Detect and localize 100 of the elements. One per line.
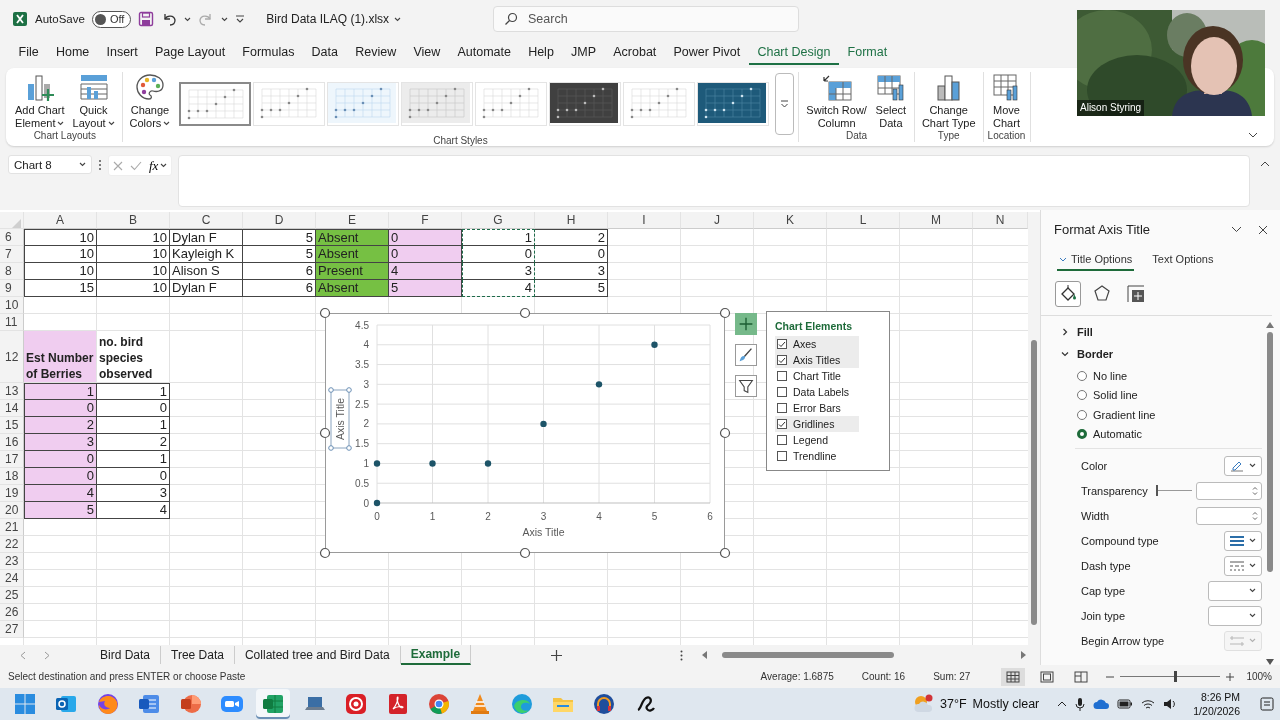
column-header[interactable]: K [754,212,827,229]
menu-item[interactable]: Legend [775,432,859,448]
column-header[interactable]: E [316,212,389,229]
row-header[interactable]: 27 [0,621,24,638]
table-cell: 1 [24,383,97,400]
ribbon-button[interactable]: Select Data [871,72,910,130]
menu-item[interactable]: Gridlines [775,416,859,432]
row-header[interactable]: 12 [0,331,24,383]
ribbon-button[interactable]: Switch Row/ Column [803,72,870,130]
row-header[interactable]: 10 [0,297,24,314]
table-cell: 1 [97,383,170,400]
row-header[interactable]: 23 [0,553,24,570]
row-header[interactable]: 20 [0,502,24,519]
menu-tab[interactable]: View [404,39,449,65]
clock-date: 1/20/2026 [1193,704,1240,718]
column-header[interactable]: H [535,212,608,229]
column-header[interactable]: I [608,212,681,229]
row-header[interactable]: 24 [0,570,24,587]
table-cell: 0 [389,229,462,246]
column-header[interactable]: J [681,212,754,229]
row-header[interactable]: 21 [0,519,24,536]
menu-tab[interactable]: Format [838,39,896,65]
menu-tab[interactable]: Help [519,39,563,65]
y-axis-title: Axis Title [334,397,346,441]
ribbon-button[interactable]: Change Colors [126,72,174,130]
column-header[interactable]: F [389,212,462,229]
table-cell: 10 [97,229,170,246]
row-header[interactable]: 14 [0,400,24,417]
column-header[interactable]: G [462,212,535,229]
row-header[interactable]: 9 [0,280,24,297]
menu-tab[interactable]: Home [47,39,98,65]
status-stat: Average: 1.6875 [760,671,834,682]
group-label: Chart Styles [433,135,488,147]
menu-item[interactable]: Data Labels [775,384,859,400]
row-header[interactable]: 17 [0,451,24,468]
sheet-tab[interactable]: Tree Data [161,646,235,664]
menu-item[interactable]: Error Bars [775,400,859,416]
table-cell: 4 [97,502,170,519]
pane-tab[interactable]: Text Options [1150,249,1216,271]
property-label: Cap type [1081,584,1126,597]
axis-title[interactable]: Axis Title [328,387,352,451]
row-header[interactable]: 7 [0,246,24,263]
property-label: Transparency [1081,484,1148,497]
column-header[interactable]: C [170,212,243,229]
menu-item[interactable]: Axes [775,336,859,352]
search-field[interactable]: Search [493,6,799,32]
column-header[interactable]: B [97,212,170,229]
menu-item[interactable]: Chart Title [775,368,859,384]
column-header[interactable]: M [900,212,973,229]
row-header[interactable]: 11 [0,314,24,331]
sheet-tab[interactable]: Bird Data [90,646,162,664]
table-cell: 0 [97,400,170,417]
column-header[interactable]: N [973,212,1028,229]
menu-tab[interactable]: Automate [448,39,520,65]
ribbon-button[interactable]: Quick Layout [69,72,118,130]
ribbon-button[interactable]: Add Chart Element [12,72,68,130]
row-header[interactable]: 13 [0,383,24,400]
table-cell: Est Number of Berries [24,331,97,383]
menu-tab[interactable]: JMP [562,39,605,65]
row-header[interactable]: 8 [0,263,24,280]
menu-tab[interactable]: Acrobat [604,39,665,65]
menu-tab[interactable]: Page Layout [146,39,234,65]
section-header[interactable]: Border [1053,344,1118,366]
row-header[interactable]: 26 [0,604,24,621]
menu-item[interactable]: Trendline [775,448,859,464]
checkbox-label: Chart Title [793,370,841,382]
file-name[interactable]: Bird Data ILAQ (1).xlsx [264,10,404,28]
section-header[interactable]: Fill [1053,322,1097,344]
table-cell: 10 [24,229,97,246]
table-cell: 5 [389,280,462,297]
row-header[interactable]: 18 [0,468,24,485]
column-header[interactable]: D [243,212,316,229]
table-cell: Dylan F [170,280,243,297]
row-header[interactable]: 19 [0,485,24,502]
menu-tab[interactable]: Power Pivot [664,39,749,65]
autosave-toggle[interactable]: Off [91,10,132,28]
participant-name: Alison Styring [1077,100,1145,116]
pane-tab[interactable]: Title Options [1057,249,1135,271]
ribbon-button[interactable]: Move Chart [987,72,1026,130]
ribbon-button[interactable]: Change Chart Type [918,72,979,130]
menu-tab[interactable]: Review [346,39,405,65]
row-header[interactable]: 16 [0,434,24,451]
menu-tab[interactable]: Data [303,39,347,65]
table-cell: 10 [97,280,170,297]
sheet-tab[interactable]: Example [400,645,472,665]
column-header[interactable]: L [827,212,900,229]
menu-item[interactable]: Axis Titles [775,352,859,368]
row-header[interactable]: 22 [0,536,24,553]
menu-tab[interactable]: Insert [97,39,147,65]
name-box[interactable]: Chart 8 [8,155,92,174]
menu-tab[interactable]: File [10,39,48,65]
row-header[interactable]: 6 [0,229,24,246]
column-header[interactable]: A [24,212,97,229]
axis-tick-label: 0 [363,497,369,509]
table-cell: 5 [24,502,97,519]
menu-tab[interactable]: Chart Design [748,39,839,65]
row-header[interactable]: 25 [0,587,24,604]
row-header[interactable]: 15 [0,417,24,434]
sheet-tab[interactable]: Collated tree and Bird Data [234,646,401,664]
menu-tab[interactable]: Formulas [233,39,303,65]
